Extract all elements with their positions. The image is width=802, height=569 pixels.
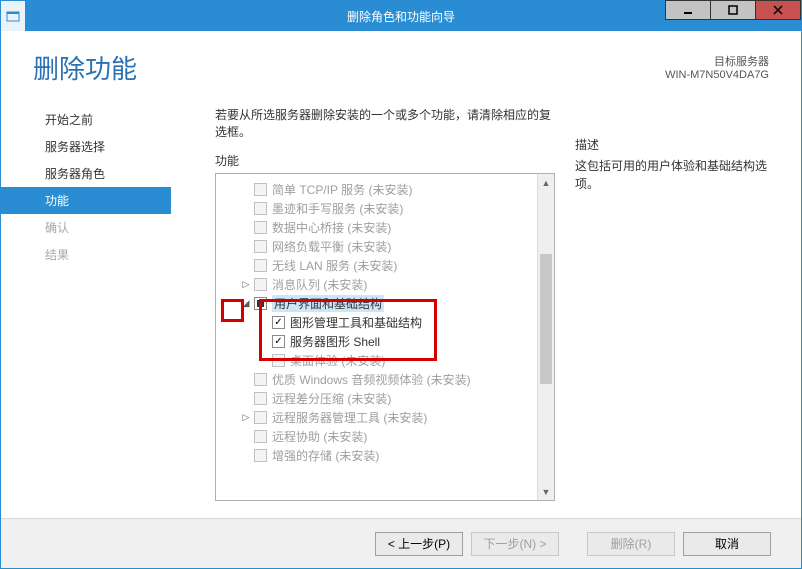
tree-label[interactable]: 优质 Windows 音频视频体验 (未安装) <box>272 371 471 388</box>
checkbox <box>254 183 267 196</box>
checkbox[interactable] <box>254 297 267 310</box>
wizard-step[interactable]: 功能 <box>1 187 171 214</box>
maximize-button[interactable] <box>710 0 756 20</box>
tree-row[interactable]: 网络负载平衡 (未安装) <box>222 237 550 256</box>
wizard-footer: < 上一步(P) 下一步(N) > 删除(R) 取消 <box>1 518 801 568</box>
checkbox <box>254 259 267 272</box>
features-label: 功能 <box>215 152 555 169</box>
scroll-thumb[interactable] <box>540 254 552 384</box>
checkbox <box>254 240 267 253</box>
wizard-step: 确认 <box>1 214 171 241</box>
collapse-icon[interactable]: ◢ <box>240 298 252 310</box>
wizard-step[interactable]: 服务器选择 <box>1 133 171 160</box>
checkbox <box>254 221 267 234</box>
tree-row[interactable]: 墨迹和手写服务 (未安装) <box>222 199 550 218</box>
checkbox <box>254 278 267 291</box>
checkbox <box>254 373 267 386</box>
tree-row[interactable]: ✓ 服务器图形 Shell <box>222 332 550 351</box>
tree-label[interactable]: 墨迹和手写服务 (未安装) <box>272 200 403 217</box>
tree-row[interactable]: 增强的存储 (未安装) <box>222 446 550 465</box>
scrollbar-vertical[interactable]: ▲ ▼ <box>537 174 554 500</box>
tree-label[interactable]: 消息队列 (未安装) <box>272 276 367 293</box>
tree-label[interactable]: 无线 LAN 服务 (未安装) <box>272 257 397 274</box>
scroll-down-icon[interactable]: ▼ <box>538 483 554 500</box>
titlebar: 删除角色和功能向导 <box>1 1 801 31</box>
expand-icon[interactable]: ▷ <box>240 412 252 424</box>
tree-label[interactable]: 增强的存储 (未安装) <box>272 447 379 464</box>
tree-label[interactable]: 图形管理工具和基础结构 <box>290 314 422 331</box>
tree-label[interactable]: 网络负载平衡 (未安装) <box>272 238 391 255</box>
tree-row[interactable]: 远程差分压缩 (未安装) <box>222 389 550 408</box>
tree-label[interactable]: 服务器图形 Shell <box>290 333 380 350</box>
remove-button[interactable]: 删除(R) <box>587 532 675 556</box>
description-text: 这包括可用的用户体验和基础结构选项。 <box>575 157 773 193</box>
tree-row[interactable]: 优质 Windows 音频视频体验 (未安装) <box>222 370 550 389</box>
checkbox[interactable]: ✓ <box>272 335 285 348</box>
close-button[interactable] <box>755 0 801 20</box>
previous-button[interactable]: < 上一步(P) <box>375 532 463 556</box>
description-label: 描述 <box>575 136 773 153</box>
tree-label[interactable]: 远程差分压缩 (未安装) <box>272 390 391 407</box>
checkbox <box>254 392 267 405</box>
cancel-button[interactable]: 取消 <box>683 532 771 556</box>
tree-row[interactable]: ✓ 图形管理工具和基础结构 <box>222 313 550 332</box>
checkbox <box>272 354 285 367</box>
tree-row[interactable]: 数据中心桥接 (未安装) <box>222 218 550 237</box>
wizard-steps: 开始之前服务器选择服务器角色功能确认结果 <box>1 100 171 502</box>
intro-text: 若要从所选服务器删除安装的一个或多个功能，请清除相应的复选框。 <box>215 106 555 140</box>
expand-icon[interactable]: ▷ <box>240 279 252 291</box>
tree-label[interactable]: 用户界面和基础结构 <box>272 295 384 312</box>
tree-row[interactable]: ◢ 用户界面和基础结构 <box>222 294 550 313</box>
tree-label[interactable]: 简单 TCP/IP 服务 (未安装) <box>272 181 412 198</box>
minimize-button[interactable] <box>665 0 711 20</box>
checkbox <box>254 449 267 462</box>
tree-row[interactable]: 远程协助 (未安装) <box>222 427 550 446</box>
header: 删除功能 目标服务器 WIN-M7N50V4DA7G <box>1 31 801 92</box>
tree-label[interactable]: 数据中心桥接 (未安装) <box>272 219 391 236</box>
checkbox <box>254 202 267 215</box>
tree-label[interactable]: 桌面体验 (未安装) <box>290 352 385 369</box>
page-title: 删除功能 <box>33 49 137 86</box>
checkbox <box>254 411 267 424</box>
tree-row[interactable]: 无线 LAN 服务 (未安装) <box>222 256 550 275</box>
tree-label[interactable]: 远程协助 (未安装) <box>272 428 367 445</box>
target-label: 目标服务器 <box>665 53 769 69</box>
tree-row[interactable]: ▷ 消息队列 (未安装) <box>222 275 550 294</box>
tree-row[interactable]: ▷ 远程服务器管理工具 (未安装) <box>222 408 550 427</box>
tree-row[interactable]: 简单 TCP/IP 服务 (未安装) <box>222 180 550 199</box>
target-server-info: 目标服务器 WIN-M7N50V4DA7G <box>665 49 769 86</box>
tree-row[interactable]: 桌面体验 (未安装) <box>222 351 550 370</box>
tree-label[interactable]: 远程服务器管理工具 (未安装) <box>272 409 427 426</box>
scroll-up-icon[interactable]: ▲ <box>538 174 554 191</box>
checkbox[interactable]: ✓ <box>272 316 285 329</box>
next-button[interactable]: 下一步(N) > <box>471 532 559 556</box>
target-name: WIN-M7N50V4DA7G <box>665 69 769 81</box>
wizard-step[interactable]: 服务器角色 <box>1 160 171 187</box>
wizard-step[interactable]: 开始之前 <box>1 106 171 133</box>
features-tree[interactable]: 简单 TCP/IP 服务 (未安装) 墨迹和手写服务 (未安装) 数据中心桥接 (未… <box>215 173 555 501</box>
checkbox <box>254 430 267 443</box>
wizard-step: 结果 <box>1 241 171 268</box>
